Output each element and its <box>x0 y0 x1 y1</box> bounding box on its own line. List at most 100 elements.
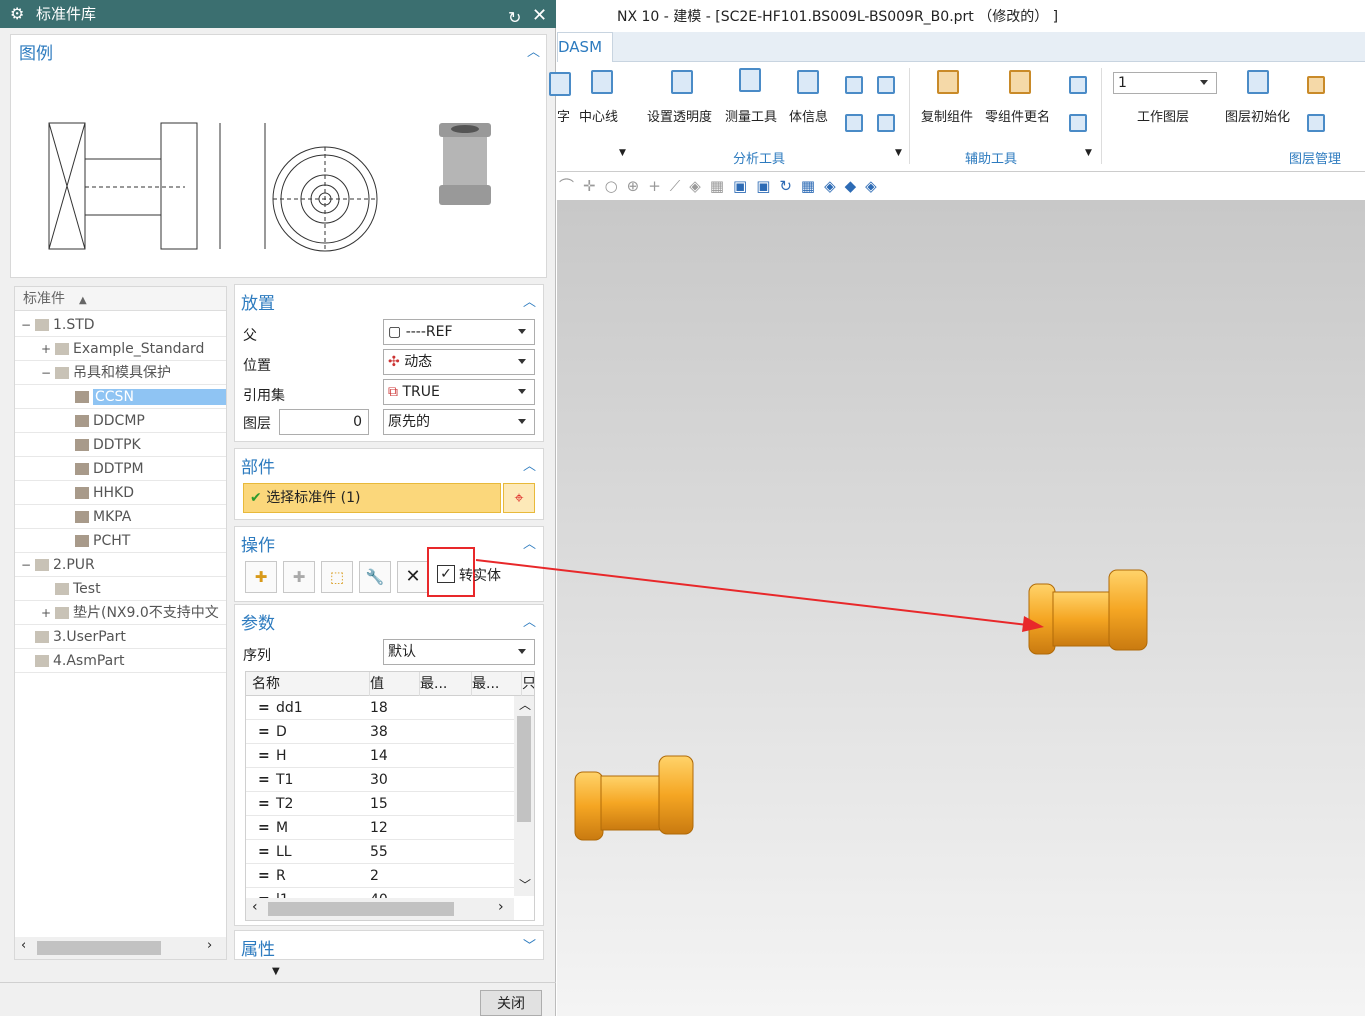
analysis-icon-1[interactable] <box>845 76 863 94</box>
tree-item[interactable]: 4.AsmPart <box>15 649 226 673</box>
grid-row[interactable]: = R 2 <box>246 864 514 888</box>
refset-select[interactable]: ⧉ TRUE <box>383 379 535 405</box>
wrench-icon[interactable]: 🔧 <box>359 561 391 593</box>
tab-dasm[interactable]: DASM <box>557 32 613 62</box>
delete-icon[interactable]: ✕ <box>397 561 429 593</box>
rename-component-icon[interactable] <box>1009 70 1031 94</box>
grid-row[interactable]: = M 12 <box>246 816 514 840</box>
ribbon-btn-rename[interactable]: 零组件更名 <box>985 106 1050 125</box>
layer-mode-select[interactable]: 原先的 <box>383 409 535 435</box>
refset-icon: ⧉ <box>388 384 398 400</box>
grid-column-header[interactable]: 名称 <box>252 672 370 696</box>
crosshair-icon[interactable]: ⌖ <box>503 483 535 513</box>
tree-item[interactable]: Test <box>15 577 226 601</box>
tree-item[interactable]: + Example_Standard <box>15 337 226 361</box>
reposition-icon[interactable]: ⬚ <box>321 561 353 593</box>
tree-item[interactable]: DDTPM <box>15 457 226 481</box>
tree-item[interactable]: 3.UserPart <box>15 625 226 649</box>
tree-item[interactable]: HHKD <box>15 481 226 505</box>
ribbon-btn-measure[interactable]: 测量工具 <box>725 106 777 125</box>
tree-item[interactable]: DDTPK <box>15 433 226 457</box>
grid-row[interactable]: = H 14 <box>246 744 514 768</box>
tree-hscrollbar[interactable]: ‹ › <box>15 937 226 959</box>
analysis-icon-3[interactable] <box>845 114 863 132</box>
analysis-icon-2[interactable] <box>877 76 895 94</box>
chevron-down-icon[interactable]: ▼ <box>619 148 626 158</box>
ribbon-btn-transparency[interactable]: 设置透明度 <box>647 106 712 125</box>
sequence-label: 序列 <box>243 648 271 664</box>
part-panel: 部件 ︿ ✔ 选择标准件 (1) ⌖ <box>234 448 544 520</box>
tree-item[interactable]: − 1.STD <box>15 313 226 337</box>
snap-toolbar[interactable]: ⌒✛○⊕+⟋◈▦▣▣↻▦◈◆◈ <box>557 172 1365 200</box>
layer-init-icon[interactable] <box>1247 70 1269 94</box>
graphics-viewport[interactable] <box>557 200 1365 1016</box>
grid-row[interactable]: = dd1 18 <box>246 696 514 720</box>
tree-header[interactable]: 标准件 ▲ <box>15 287 226 311</box>
chevron-left-icon: ‹ <box>21 938 27 953</box>
tree-item[interactable]: − 吊具和模具保护 <box>15 361 226 385</box>
layer-icon-2[interactable] <box>1307 114 1325 132</box>
sequence-select[interactable]: 默认 <box>383 639 535 665</box>
copy-component-icon[interactable] <box>937 70 959 94</box>
grid-column-header[interactable]: 最... <box>420 672 472 696</box>
select-part-row[interactable]: ✔ 选择标准件 (1) <box>243 483 501 513</box>
body-info-icon[interactable] <box>797 70 819 94</box>
chevron-up-icon[interactable]: ︿ <box>523 291 536 310</box>
grid-vscrollbar[interactable]: ︿ ﹀ <box>514 696 534 896</box>
chevron-down-icon[interactable]: ﹀ <box>523 935 536 954</box>
helper-icon-2[interactable] <box>1069 114 1087 132</box>
chevron-up-icon[interactable]: ︿ <box>523 455 536 474</box>
tree-item-label: DDTPK <box>93 437 141 453</box>
parent-select[interactable]: ▢ ----REF <box>383 319 535 345</box>
expander-icon: − <box>21 318 32 332</box>
expand-more-icon[interactable]: ▼ <box>272 966 280 977</box>
close-button[interactable]: 关闭 <box>480 990 542 1016</box>
tree-item[interactable]: − 2.PUR <box>15 553 226 577</box>
grid-column-header[interactable]: 只 <box>522 672 534 696</box>
layer-icon-1[interactable] <box>1307 76 1325 94</box>
work-layer-select[interactable]: 1 <box>1113 72 1217 94</box>
layer-input[interactable]: 0 <box>279 409 369 435</box>
solid-checkbox-label: 转实体 <box>459 568 501 584</box>
grid-row[interactable]: = D 38 <box>246 720 514 744</box>
ribbon-btn-copy-component[interactable]: 复制组件 <box>921 106 973 125</box>
grid-row[interactable]: = T2 15 <box>246 792 514 816</box>
tree-item[interactable]: CCSN <box>15 385 226 409</box>
solid-checkbox[interactable]: ✓ <box>437 565 455 583</box>
transparency-icon[interactable] <box>671 70 693 94</box>
chevron-up-icon[interactable]: ︿ <box>523 611 536 630</box>
ribbon-btn-layer-init[interactable]: 图层初始化 <box>1225 106 1290 125</box>
tree-item[interactable]: PCHT <box>15 529 226 553</box>
tree-item[interactable]: MKPA <box>15 505 226 529</box>
chevron-up-icon[interactable]: ︿ <box>523 533 536 552</box>
chevron-down-icon[interactable]: ▼ <box>1085 148 1092 158</box>
add-part-icon[interactable]: ✚ <box>245 561 277 593</box>
ribbon-btn-char[interactable]: 字 <box>557 106 570 125</box>
close-icon[interactable]: ✕ <box>532 2 547 30</box>
helper-icon-1[interactable] <box>1069 76 1087 94</box>
grid-hscrollbar[interactable]: ‹ › <box>246 898 514 920</box>
grid-header: 名称值最... 最... 只 <box>246 672 534 696</box>
grid-row[interactable]: = T1 30 <box>246 768 514 792</box>
grid-column-header[interactable]: 最... <box>472 672 522 696</box>
tree-item-label: Test <box>73 581 101 597</box>
position-select[interactable]: ✣ 动态 <box>383 349 535 375</box>
ribbon-btn-body-info[interactable]: 体信息 <box>789 106 828 125</box>
measure-icon[interactable] <box>739 68 761 92</box>
ribbon-btn-centerline[interactable]: 中心线 <box>579 106 618 125</box>
folder-icon <box>55 367 69 379</box>
analysis-icon-4[interactable] <box>877 114 895 132</box>
chevron-up-icon[interactable]: ︿ <box>527 41 540 60</box>
chevron-down-icon[interactable]: ▼ <box>895 148 902 158</box>
grid-column-header[interactable]: 值 <box>370 672 420 696</box>
ribbon-btn-work-layer[interactable]: 工作图层 <box>1137 106 1189 125</box>
partial-icon[interactable] <box>549 72 571 96</box>
attributes-panel[interactable]: 属性 ﹀ <box>234 930 544 960</box>
gear-icon[interactable]: ⚙ <box>10 0 24 28</box>
add-part-disabled-icon[interactable]: ✚ <box>283 561 315 593</box>
tree-item[interactable]: + 垫片(NX9.0不支持中文 <box>15 601 226 625</box>
tree-item[interactable]: DDCMP <box>15 409 226 433</box>
centerline-icon[interactable] <box>591 70 613 94</box>
reset-icon[interactable]: ↻ <box>508 4 521 32</box>
grid-row[interactable]: = LL 55 <box>246 840 514 864</box>
